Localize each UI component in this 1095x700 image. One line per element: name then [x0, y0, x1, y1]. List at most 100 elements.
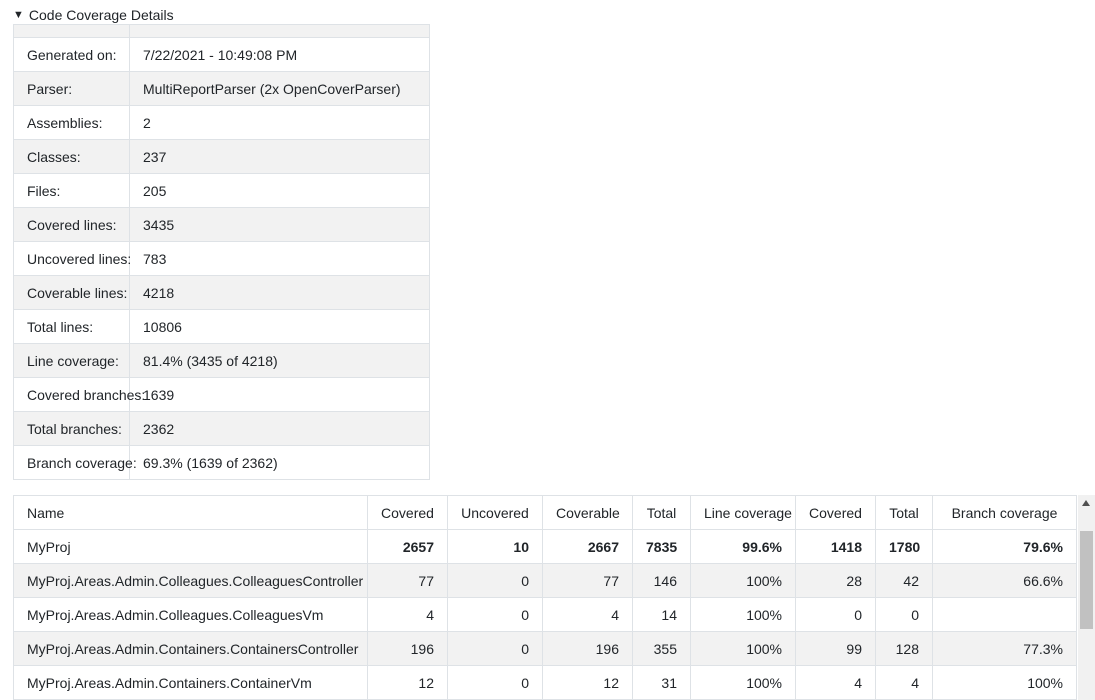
column-header-branch-coverage[interactable]: Branch coverage [932, 495, 1077, 530]
summary-label: Parser: [13, 71, 130, 106]
cell-covered: 77 [367, 563, 448, 598]
cell-total-branches: 0 [875, 597, 933, 632]
summary-value: MultiReportParser (2x OpenCoverParser) [129, 71, 430, 106]
column-header-covered-branches[interactable]: Covered [795, 495, 876, 530]
summary-label: Covered branches: [13, 377, 145, 412]
summary-value: 10806 [129, 309, 430, 344]
cell-coverable: 196 [542, 631, 633, 666]
row-name[interactable]: MyProj [13, 529, 368, 564]
code-coverage-details-toggle[interactable]: ▼ Code Coverage Details [13, 5, 174, 25]
cell-total: 355 [632, 631, 691, 666]
cell-covered: 12 [367, 665, 448, 700]
summary-value: 7/22/2021 - 10:49:08 PM [129, 37, 430, 72]
cell-total-branches: 42 [875, 563, 933, 598]
summary-value: 81.4% (3435 of 4218) [129, 343, 430, 378]
cell-line-coverage: 100% [690, 597, 796, 632]
triangle-down-icon: ▼ [13, 9, 24, 21]
summary-value: 3435 [129, 207, 430, 242]
column-header-total[interactable]: Total [632, 495, 691, 530]
summary-label: Generated on: [13, 37, 130, 72]
vertical-scrollbar[interactable] [1078, 495, 1095, 700]
cell-covered-branches: 4 [795, 665, 876, 700]
cell-branch-coverage: 66.6% [932, 563, 1077, 598]
cell-total-branches: 128 [875, 631, 933, 666]
row-name[interactable]: MyProj.Areas.Admin.Colleagues.Colleagues… [13, 597, 368, 632]
summary-row-coverable-lines: Coverable lines: 4218 [13, 275, 430, 310]
cell-covered-branches: 28 [795, 563, 876, 598]
cell-uncovered: 0 [447, 597, 543, 632]
summary-value: 69.3% (1639 of 2362) [129, 445, 430, 480]
summary-value: 4218 [129, 275, 430, 310]
summary-row-total-branches: Total branches: 2362 [13, 411, 430, 446]
cell-total-branches: 4 [875, 665, 933, 700]
summary-row-line-coverage: Line coverage: 81.4% (3435 of 4218) [13, 343, 430, 378]
cell-coverable: 2667 [542, 529, 633, 564]
table-row[interactable]: MyProj.Areas.Admin.Containers.Containers… [13, 631, 1077, 666]
summary-label: Branch coverage: [13, 445, 137, 480]
column-header-covered[interactable]: Covered [367, 495, 448, 530]
cell-covered-branches: 99 [795, 631, 876, 666]
cell-uncovered: 0 [447, 563, 543, 598]
cell-line-coverage: 99.6% [690, 529, 796, 564]
summary-label: Total branches: [13, 411, 130, 446]
cell-uncovered: 10 [447, 529, 543, 564]
summary-row-covered-branches: Covered branches: 1639 [13, 377, 430, 412]
cell-branch-coverage: 77.3% [932, 631, 1077, 666]
cell-line-coverage: 100% [690, 563, 796, 598]
cell-covered: 2657 [367, 529, 448, 564]
table-row[interactable]: MyProj.Areas.Admin.Containers.ContainerV… [13, 665, 1077, 700]
column-header-name[interactable]: Name [13, 495, 368, 530]
summary-value: 237 [129, 139, 430, 174]
cell-branch-coverage [932, 597, 1077, 632]
cell-coverable: 12 [542, 665, 633, 700]
row-name[interactable]: MyProj.Areas.Admin.Containers.Containers… [13, 631, 368, 666]
table-row[interactable]: MyProj.Areas.Admin.Colleagues.Colleagues… [13, 597, 1077, 632]
coverage-header-row: Name Covered Uncovered Coverable Total L… [13, 495, 1077, 530]
summary-label: Covered lines: [13, 207, 130, 242]
summary-label: Classes: [13, 139, 130, 174]
column-header-coverable[interactable]: Coverable [542, 495, 633, 530]
summary-value: 2 [129, 105, 430, 140]
column-header-line-coverage[interactable]: Line coverage [690, 495, 796, 530]
cell-covered: 4 [367, 597, 448, 632]
cell-total: 31 [632, 665, 691, 700]
summary-row-generated-on: Generated on: 7/22/2021 - 10:49:08 PM [13, 37, 430, 72]
summary-value: 205 [129, 173, 430, 208]
cell-uncovered: 0 [447, 631, 543, 666]
summary-row-files: Files: 205 [13, 173, 430, 208]
cell-total: 14 [632, 597, 691, 632]
cell-branch-coverage: 79.6% [932, 529, 1077, 564]
row-name[interactable]: MyProj.Areas.Admin.Containers.ContainerV… [13, 665, 368, 700]
summary-table: Generated on: 7/22/2021 - 10:49:08 PM Par… [13, 24, 430, 480]
cell-uncovered: 0 [447, 665, 543, 700]
column-header-total-branches[interactable]: Total [875, 495, 933, 530]
summary-row-parser: Parser: MultiReportParser (2x OpenCoverPa… [13, 71, 430, 106]
column-header-uncovered[interactable]: Uncovered [447, 495, 543, 530]
cell-total: 146 [632, 563, 691, 598]
summary-row-uncovered-lines: Uncovered lines: 783 [13, 241, 430, 276]
summary-value: 1639 [129, 377, 430, 412]
summary-spacer-row [13, 24, 430, 38]
cell-covered-branches: 1418 [795, 529, 876, 564]
summary-row-branch-coverage: Branch coverage: 69.3% (1639 of 2362) [13, 445, 430, 480]
table-row[interactable]: MyProj.Areas.Admin.Colleagues.Colleagues… [13, 563, 1077, 598]
summary-row-classes: Classes: 237 [13, 139, 430, 174]
summary-label: Assemblies: [13, 105, 130, 140]
cell-branch-coverage: 100% [932, 665, 1077, 700]
summary-label: Uncovered lines: [13, 241, 131, 276]
table-row[interactable]: MyProj 2657 10 2667 7835 99.6% 1418 1780… [13, 529, 1077, 564]
row-name[interactable]: MyProj.Areas.Admin.Colleagues.Colleagues… [13, 563, 368, 598]
scroll-up-arrow-icon[interactable] [1082, 500, 1090, 506]
cell-coverable: 4 [542, 597, 633, 632]
cell-line-coverage: 100% [690, 665, 796, 700]
cell-total: 7835 [632, 529, 691, 564]
summary-label: Coverable lines: [13, 275, 130, 310]
summary-label: Files: [13, 173, 130, 208]
cell-line-coverage: 100% [690, 631, 796, 666]
coverage-table-container: Name Covered Uncovered Coverable Total L… [13, 495, 1095, 700]
coverage-table: Name Covered Uncovered Coverable Total L… [13, 495, 1077, 700]
summary-row-total-lines: Total lines: 10806 [13, 309, 430, 344]
scrollbar-thumb[interactable] [1080, 531, 1093, 629]
summary-label: Total lines: [13, 309, 130, 344]
summary-row-assemblies: Assemblies: 2 [13, 105, 430, 140]
